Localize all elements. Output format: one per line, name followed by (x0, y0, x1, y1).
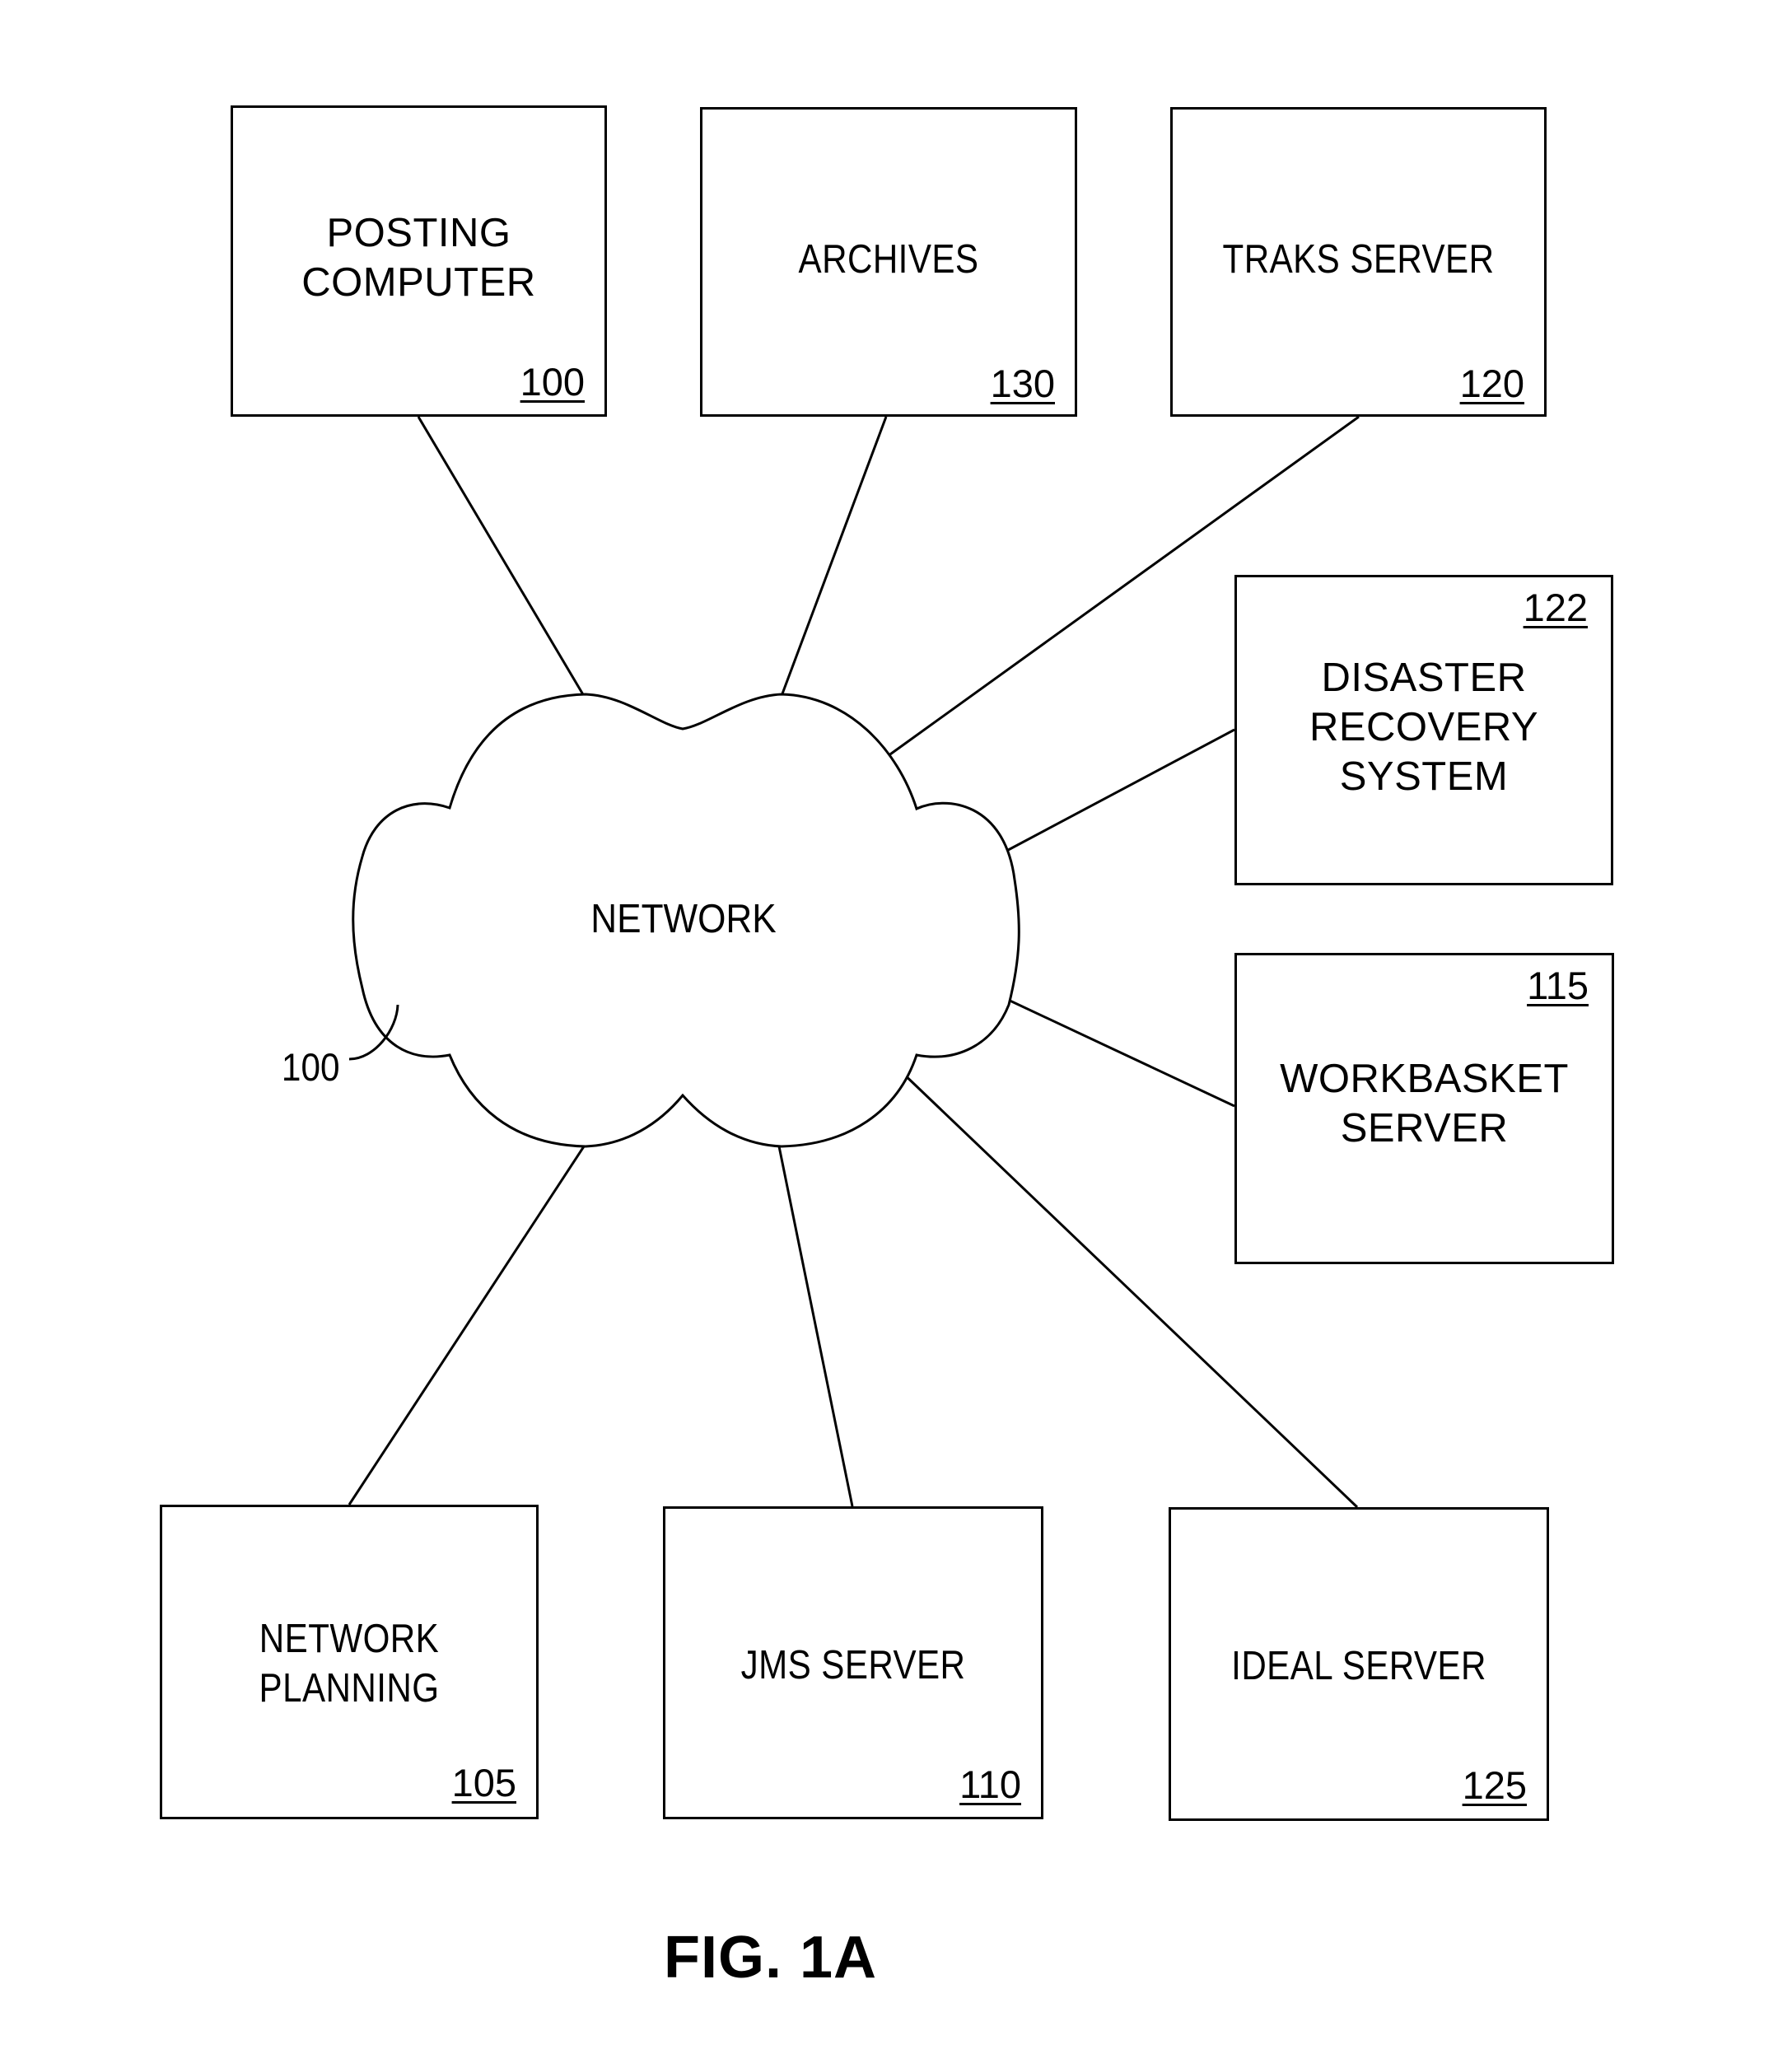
ref-number: 110 (959, 1762, 1021, 1806)
connector-disaster-recovery (998, 728, 1235, 857)
node-posting-computer: POSTING COMPUTER 100 (231, 105, 607, 417)
node-jms-server: JMS SERVER 110 (663, 1506, 1043, 1819)
connector-jms-server (777, 1146, 854, 1507)
node-traks-server: TRAKS SERVER 120 (1170, 107, 1547, 417)
ref-number: 100 (520, 360, 585, 404)
ref-number: 125 (1462, 1763, 1527, 1807)
ref-number: 120 (1459, 362, 1524, 405)
connector-posting-computer (417, 416, 586, 697)
node-disaster-recovery-system: 122 DISASTER RECOVERY SYSTEM (1234, 575, 1613, 885)
node-label: IDEAL SERVER (1231, 1644, 1486, 1688)
node-label: JMS SERVER (740, 1643, 966, 1688)
network-ref-number: 100 (281, 1045, 340, 1089)
ref-number: 122 (1523, 586, 1588, 629)
connector-network-planning (348, 1146, 586, 1505)
figure-caption: FIG. 1A (664, 1925, 878, 1991)
node-label: TRAKS SERVER (1222, 237, 1495, 282)
node-label: WORKBASKET SERVER (1280, 1057, 1569, 1151)
node-ideal-server: IDEAL SERVER 125 (1169, 1507, 1549, 1821)
connector-workbasket-server (992, 991, 1235, 1108)
ref-number: 105 (451, 1761, 516, 1804)
node-label: NETWORK PLANNING (259, 1617, 440, 1711)
connector-archives (780, 416, 888, 697)
node-network-planning: NETWORK PLANNING 105 (160, 1505, 539, 1819)
ref-number: 115 (1527, 964, 1589, 1007)
ref-number: 130 (990, 362, 1055, 405)
node-archives: ARCHIVES 130 (700, 107, 1077, 417)
network-label: NETWORK (590, 897, 777, 941)
node-workbasket-server: 115 WORKBASKET SERVER (1234, 953, 1614, 1264)
node-label: DISASTER RECOVERY SYSTEM (1309, 656, 1539, 799)
node-label: POSTING COMPUTER (301, 211, 536, 305)
node-label: ARCHIVES (798, 237, 979, 282)
